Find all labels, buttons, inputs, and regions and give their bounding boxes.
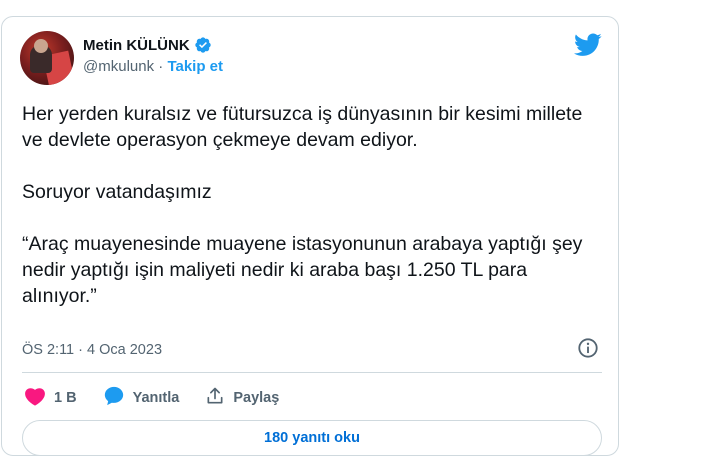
share-button[interactable]: Paylaş [205,386,279,410]
twitter-bird-icon[interactable] [573,33,602,62]
read-replies-label: 180 yanıtı oku [264,430,360,446]
reply-button[interactable]: Yanıtla [103,385,180,411]
tweet-embed-card: Metin KÜLÜNK @mkulunk · Takip et Her yer… [1,16,619,456]
tweet-date: 4 Oca 2023 [87,342,163,358]
author-name[interactable]: Metin KÜLÜNK [83,37,190,54]
verified-badge-icon [194,36,212,54]
action-bar: 1 B Yanıtla Paylaş [24,385,279,411]
tweet-paragraph: Her yerden kuralsız ve fütursuzca iş dün… [22,103,583,151]
read-replies-button[interactable]: 180 yanıtı oku [22,420,602,456]
follow-link[interactable]: Takip et [167,58,223,75]
share-label: Paylaş [233,390,280,406]
reply-bubble-icon [103,385,125,411]
like-count: 1 B [54,390,77,406]
tweet-paragraph: “Araç muayenesinde muayene istasyonunun … [22,233,583,307]
handle-separator: · [158,58,164,75]
info-icon[interactable] [577,337,599,364]
date-separator: · [78,342,83,358]
reply-label: Yanıtla [132,390,180,406]
like-button[interactable]: 1 B [24,386,77,410]
tweet-paragraph: Soruyor vatandaşımız [22,181,212,203]
author-handle[interactable]: @mkulunk [83,58,154,75]
divider [22,372,602,373]
avatar[interactable] [20,31,74,85]
share-icon [205,386,225,410]
author-block: Metin KÜLÜNK @mkulunk · Takip et [83,36,223,76]
tweet-time: ÖS 2:11 [22,342,75,358]
tweet-timestamp[interactable]: ÖS 2:11 · 4 Oca 2023 [22,342,162,358]
tweet-text: Her yerden kuralsız ve fütursuzca iş dün… [22,101,602,309]
heart-icon [24,386,46,410]
